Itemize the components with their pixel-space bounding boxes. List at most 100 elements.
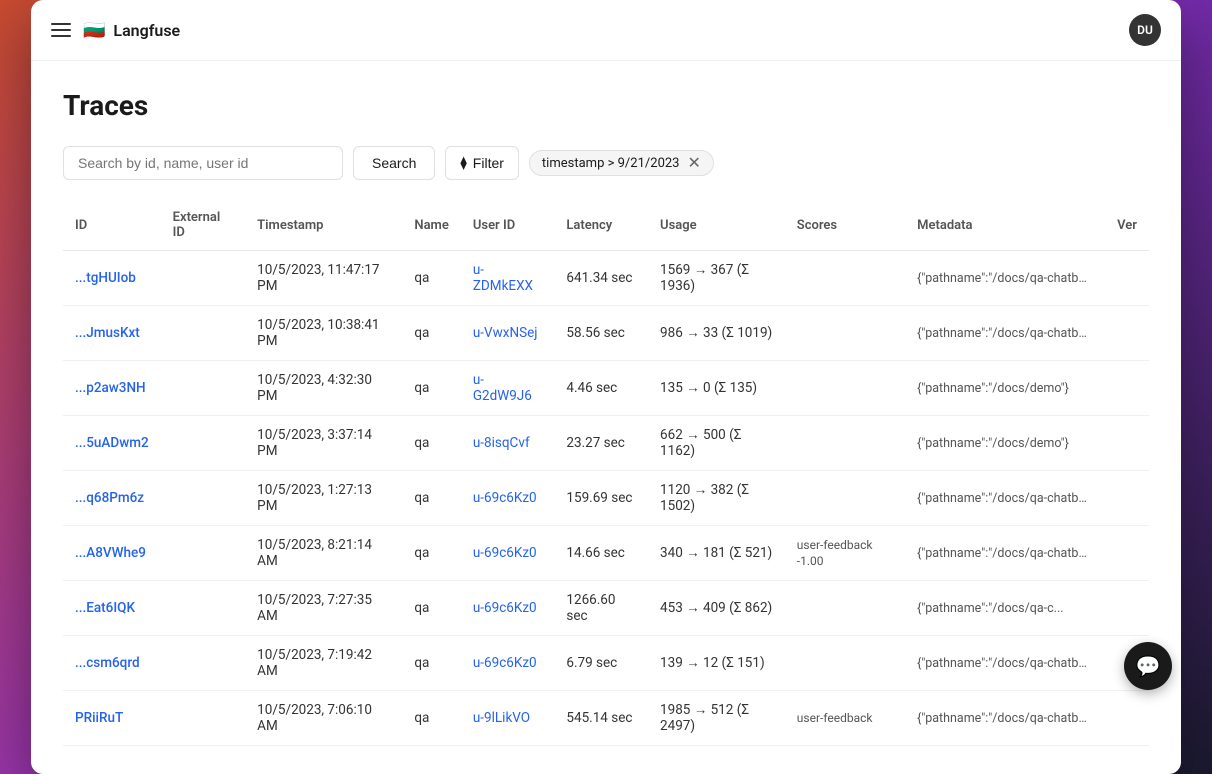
toolbar: Search ⧫ Filter timestamp > 9/21/2023 ✕: [63, 146, 1149, 180]
cell-name: qa: [402, 416, 460, 471]
cell-ver: [1105, 526, 1149, 581]
chat-fab[interactable]: 💬: [1124, 642, 1172, 690]
filter-button[interactable]: ⧫ Filter: [445, 146, 519, 180]
cell-ver: [1105, 361, 1149, 416]
cell-external-id: [161, 581, 246, 636]
cell-external-id: [161, 251, 246, 306]
col-name: Name: [402, 200, 460, 251]
cell-user-id[interactable]: u-8isqCvf: [461, 416, 555, 471]
cell-latency: 159.69 sec: [554, 471, 648, 526]
cell-user-id[interactable]: u-G2dW9J6: [461, 361, 555, 416]
filter-icon: ⧫: [460, 155, 466, 171]
main-content: Traces Search ⧫ Filter timestamp > 9/21/…: [31, 61, 1181, 774]
cell-timestamp: 10/5/2023, 10:38:41 PM: [245, 306, 402, 361]
filter-close-icon[interactable]: ✕: [687, 155, 700, 171]
cell-external-id: [161, 416, 246, 471]
avatar[interactable]: DU: [1129, 14, 1161, 46]
cell-timestamp: 10/5/2023, 4:32:30 PM: [245, 361, 402, 416]
cell-scores: user-feedback: [785, 691, 905, 746]
search-button[interactable]: Search: [353, 146, 435, 180]
cell-usage: 453 → 409 (Σ 862): [648, 581, 785, 636]
cell-ver: [1105, 306, 1149, 361]
table-row[interactable]: ...5uADwm2 10/5/2023, 3:37:14 PM qa u-8i…: [63, 416, 1149, 471]
cell-name: qa: [402, 471, 460, 526]
cell-timestamp: 10/5/2023, 8:21:14 AM: [245, 526, 402, 581]
brand: 🇧🇬 Langfuse: [83, 20, 180, 41]
hamburger-menu[interactable]: [51, 23, 71, 37]
cell-name: qa: [402, 691, 460, 746]
cell-latency: 4.46 sec: [554, 361, 648, 416]
cell-usage: 662 → 500 (Σ 1162): [648, 416, 785, 471]
cell-user-id[interactable]: u-9lLikVO: [461, 691, 555, 746]
col-metadata: Metadata: [905, 200, 1105, 251]
cell-metadata: {"pathname":"/docs/qa-chatbot"}: [905, 471, 1105, 526]
cell-usage: 139 → 12 (Σ 151): [648, 636, 785, 691]
cell-id[interactable]: ...q68Pm6z: [63, 471, 161, 526]
filter-label: Filter: [473, 155, 504, 171]
cell-user-id[interactable]: u-VwxNSej: [461, 306, 555, 361]
cell-usage: 135 → 0 (Σ 135): [648, 361, 785, 416]
cell-name: qa: [402, 581, 460, 636]
col-latency: Latency: [554, 200, 648, 251]
table-row[interactable]: ...tgHUIob 10/5/2023, 11:47:17 PM qa u-Z…: [63, 251, 1149, 306]
cell-user-id[interactable]: u-69c6Kz0: [461, 471, 555, 526]
cell-id[interactable]: ...5uADwm2: [63, 416, 161, 471]
table-row[interactable]: ...q68Pm6z 10/5/2023, 1:27:13 PM qa u-69…: [63, 471, 1149, 526]
cell-user-id[interactable]: u-69c6Kz0: [461, 526, 555, 581]
cell-user-id[interactable]: u-69c6Kz0: [461, 581, 555, 636]
cell-usage: 1985 → 512 (Σ 2497): [648, 691, 785, 746]
topbar: 🇧🇬 Langfuse DU: [31, 0, 1181, 61]
cell-latency: 6.79 sec: [554, 636, 648, 691]
cell-timestamp: 10/5/2023, 7:06:10 AM: [245, 691, 402, 746]
col-ver: Ver: [1105, 200, 1149, 251]
cell-id[interactable]: ...tgHUIob: [63, 251, 161, 306]
table-row[interactable]: ...JmusKxt 10/5/2023, 10:38:41 PM qa u-V…: [63, 306, 1149, 361]
cell-id[interactable]: ...A8VWhe9: [63, 526, 161, 581]
cell-user-id[interactable]: u-ZDMkEXX: [461, 251, 555, 306]
brand-flag: 🇧🇬: [83, 20, 105, 41]
cell-metadata: {"pathname":"/docs/demo"}: [905, 416, 1105, 471]
cell-user-id[interactable]: u-69c6Kz0: [461, 636, 555, 691]
cell-scores: [785, 416, 905, 471]
cell-external-id: [161, 636, 246, 691]
cell-metadata: {"pathname":"/docs/qa-chatbot"}: [905, 306, 1105, 361]
cell-usage: 1120 → 382 (Σ 1502): [648, 471, 785, 526]
cell-name: qa: [402, 636, 460, 691]
cell-id[interactable]: ...JmusKxt: [63, 306, 161, 361]
cell-scores: [785, 251, 905, 306]
cell-ver: [1105, 691, 1149, 746]
traces-table: ID External ID Timestamp Name User ID La…: [63, 200, 1149, 746]
cell-external-id: [161, 526, 246, 581]
cell-latency: 14.66 sec: [554, 526, 648, 581]
cell-name: qa: [402, 526, 460, 581]
cell-scores: [785, 636, 905, 691]
cell-timestamp: 10/5/2023, 7:19:42 AM: [245, 636, 402, 691]
table-container: ID External ID Timestamp Name User ID La…: [63, 200, 1149, 746]
cell-name: qa: [402, 306, 460, 361]
cell-name: qa: [402, 251, 460, 306]
cell-metadata: {"pathname":"/docs/qa-chatbot"}: [905, 526, 1105, 581]
table-row[interactable]: ...A8VWhe9 10/5/2023, 8:21:14 AM qa u-69…: [63, 526, 1149, 581]
col-external-id: External ID: [161, 200, 246, 251]
cell-scores: [785, 581, 905, 636]
search-input[interactable]: [63, 146, 343, 180]
cell-ver: [1105, 471, 1149, 526]
cell-ver: [1105, 251, 1149, 306]
table-row[interactable]: ...p2aw3NH 10/5/2023, 4:32:30 PM qa u-G2…: [63, 361, 1149, 416]
cell-id[interactable]: ...p2aw3NH: [63, 361, 161, 416]
topbar-left: 🇧🇬 Langfuse: [51, 20, 180, 41]
cell-usage: 340 → 181 (Σ 521): [648, 526, 785, 581]
cell-scores: [785, 306, 905, 361]
col-usage: Usage: [648, 200, 785, 251]
cell-id[interactable]: PRiiRuT: [63, 691, 161, 746]
table-row[interactable]: ...csm6qrd 10/5/2023, 7:19:42 AM qa u-69…: [63, 636, 1149, 691]
cell-metadata: {"pathname":"/docs/qa-chatbot"}: [905, 251, 1105, 306]
cell-id[interactable]: ...Eat6IQK: [63, 581, 161, 636]
col-user-id: User ID: [461, 200, 555, 251]
table-row[interactable]: PRiiRuT 10/5/2023, 7:06:10 AM qa u-9lLik…: [63, 691, 1149, 746]
cell-ver: [1105, 581, 1149, 636]
table-row[interactable]: ...Eat6IQK 10/5/2023, 7:27:35 AM qa u-69…: [63, 581, 1149, 636]
cell-id[interactable]: ...csm6qrd: [63, 636, 161, 691]
cell-timestamp: 10/5/2023, 7:27:35 AM: [245, 581, 402, 636]
filter-tag: timestamp > 9/21/2023 ✕: [529, 150, 714, 176]
